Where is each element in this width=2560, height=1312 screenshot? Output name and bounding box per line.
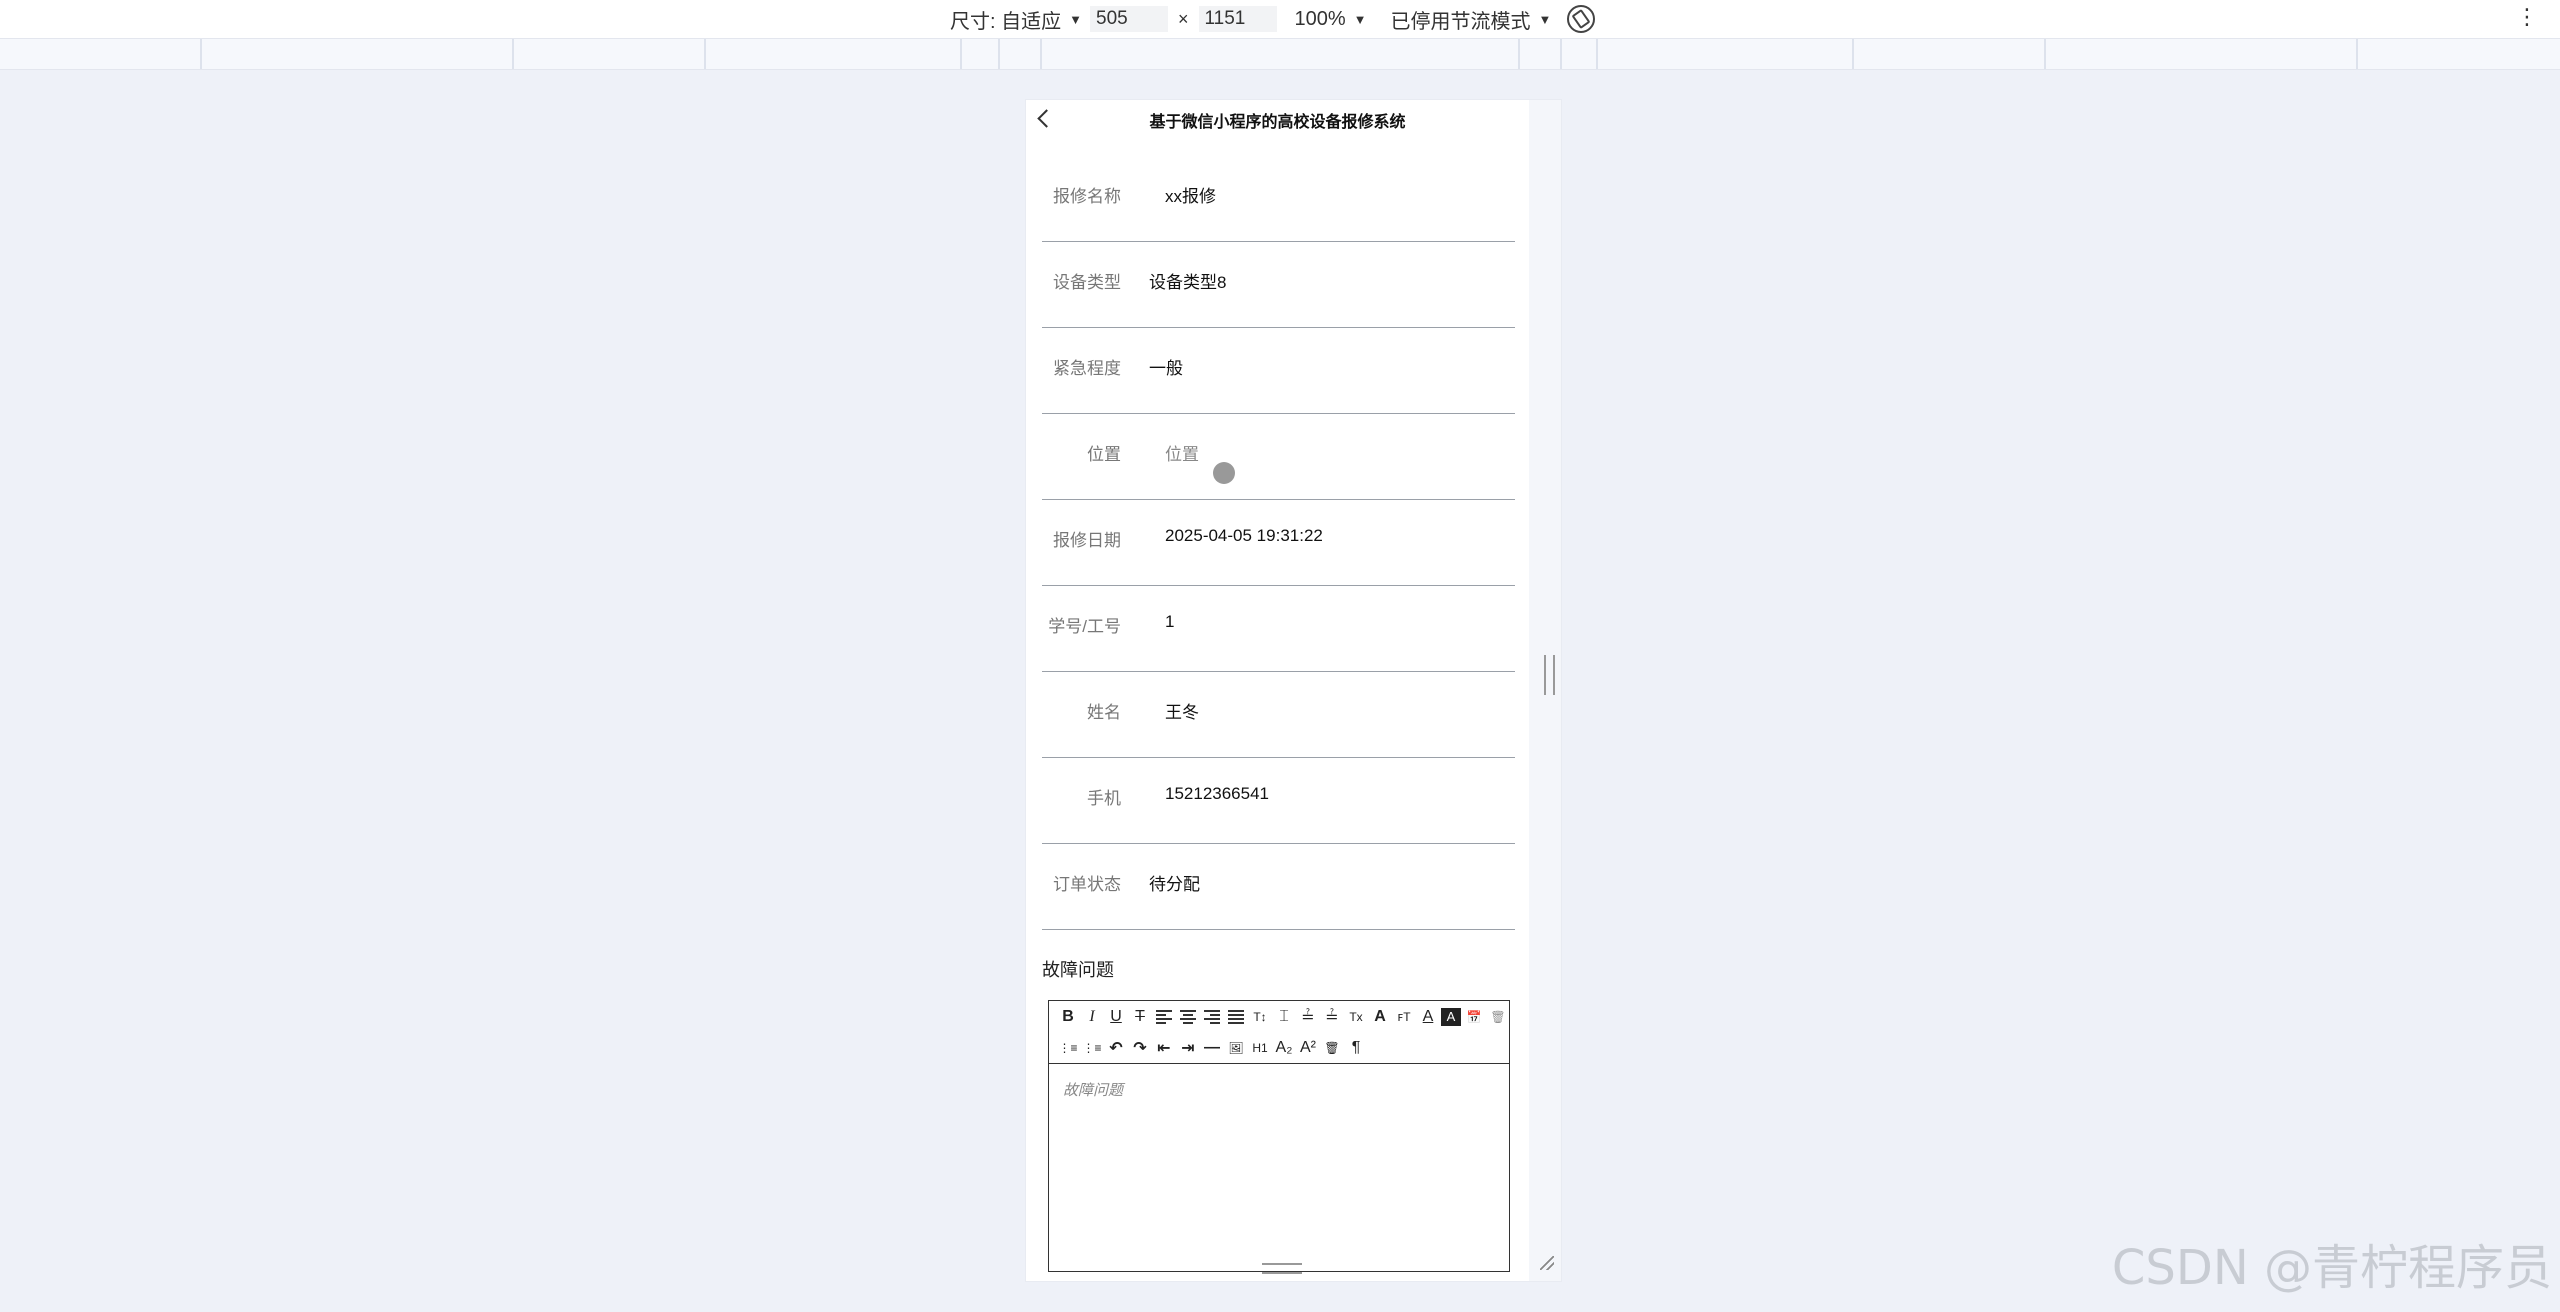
field-label: 学号/工号	[1048, 617, 1121, 636]
align-center-icon[interactable]	[1177, 1006, 1199, 1028]
bullet-list-icon[interactable]: ⋮≡	[1081, 1037, 1103, 1059]
calendar-icon[interactable]: 📅	[1463, 1006, 1485, 1028]
form-row-repair-name: 报修名称 xx报修	[1042, 156, 1515, 242]
trash-icon[interactable]: 🗑	[1487, 1006, 1509, 1028]
heading-button[interactable]: H1	[1249, 1037, 1271, 1059]
form-row-name: 姓名 王冬	[1042, 672, 1515, 758]
name-field[interactable]: 王冬	[1165, 698, 1199, 723]
zoom-select[interactable]: 100% ▼	[1295, 8, 1367, 31]
throttle-label: 已停用节流模式	[1390, 10, 1531, 33]
repair-name-field[interactable]: xx报修	[1165, 182, 1216, 207]
align-justify-icon[interactable]	[1225, 1006, 1247, 1028]
dimensions-label: 尺寸: 自适应	[950, 10, 1062, 33]
field-label: 姓名	[1087, 703, 1121, 722]
subscript-button[interactable]: A₂	[1273, 1037, 1295, 1059]
bold-button[interactable]: B	[1057, 1006, 1079, 1028]
horizontal-rule-icon[interactable]: —	[1201, 1037, 1223, 1059]
more-options-icon[interactable]: ⋮	[2516, 6, 2538, 28]
form-row-phone: 手机 15212366541	[1042, 758, 1515, 844]
font-family-button[interactable]: A	[1369, 1006, 1391, 1028]
underline-button[interactable]: U	[1105, 1006, 1127, 1028]
field-label: 紧急程度	[1053, 359, 1121, 378]
field-label: 报修名称	[1053, 187, 1121, 206]
device-type-picker[interactable]: 设备类型8	[1149, 268, 1226, 293]
margin-bottom-button[interactable]: ≟	[1321, 1006, 1343, 1028]
form-row-student-id: 学号/工号 1	[1042, 586, 1515, 672]
field-label: 手机	[1087, 789, 1121, 808]
align-left-icon[interactable]	[1153, 1006, 1175, 1028]
device-controls: 尺寸: 自适应 ▼ × 100% ▼ 已停用节流模式 ▼	[950, 0, 1596, 38]
bottom-resize-handle[interactable]	[1262, 1263, 1302, 1274]
editor-divider	[1049, 1063, 1509, 1064]
field-label: 订单状态	[1053, 875, 1121, 894]
indent-icon[interactable]: ⇥	[1177, 1037, 1199, 1059]
rotate-icon[interactable]	[1567, 5, 1596, 33]
width-input[interactable]	[1090, 6, 1168, 32]
align-right-icon[interactable]	[1201, 1006, 1223, 1028]
field-label: 报修日期	[1053, 531, 1121, 550]
phone-field[interactable]: 15212366541	[1165, 784, 1269, 804]
chevron-down-icon: ▼	[1538, 11, 1552, 27]
form-row-order-status: 订单状态 待分配	[1042, 844, 1515, 930]
height-input[interactable]	[1198, 6, 1277, 32]
field-label: 设备类型	[1053, 273, 1121, 292]
media-query-ruler	[0, 39, 2560, 70]
redo-icon[interactable]: ↷	[1129, 1037, 1151, 1059]
times-sign: ×	[1178, 8, 1189, 29]
page-title: 基于微信小程序的高校设备报修系统	[1149, 114, 1406, 131]
back-icon[interactable]	[1037, 109, 1056, 128]
field-label: 位置	[1087, 445, 1121, 464]
repair-detail-form: 报修名称 xx报修 设备类型 设备类型8 紧急程度 一般 位置 位置 报修日期 …	[1042, 156, 1515, 930]
ordered-list-icon[interactable]: ⋮≡	[1057, 1037, 1079, 1059]
letter-spacing-button[interactable]: ⌶	[1273, 1006, 1295, 1028]
urgency-picker[interactable]: 一般	[1149, 354, 1183, 379]
side-resize-handle[interactable]	[1544, 655, 1555, 695]
strikethrough-button[interactable]: T	[1129, 1006, 1151, 1028]
issue-editor-area[interactable]: 故障问题	[1063, 1079, 1123, 1100]
margin-top-button[interactable]: ≟	[1297, 1006, 1319, 1028]
font-color-button[interactable]: A	[1417, 1006, 1439, 1028]
devtools-device-toolbar: 尺寸: 自适应 ▼ × 100% ▼ 已停用节流模式 ▼ ⋮	[0, 0, 2560, 39]
undo-icon[interactable]: ↶	[1105, 1037, 1127, 1059]
editor-toolbar-row-1: B I U T T↕ ⌶ ≟ ≟ Tx A ꜰT A A 📅 🗑	[1049, 1001, 1509, 1032]
nav-bar: 基于微信小程序的高校设备报修系统	[1026, 100, 1529, 140]
touch-cursor	[1213, 462, 1235, 484]
editor-toolbar-row-2: ⋮≡ ⋮≡ ↶ ↷ ⇤ ⇥ — 🖼 H1 A₂ A² 🗑 ¶	[1049, 1032, 1509, 1063]
form-row-urgency: 紧急程度 一般	[1042, 328, 1515, 414]
corner-resize-handle[interactable]	[1540, 1256, 1554, 1270]
font-size-button[interactable]: ꜰT	[1393, 1006, 1415, 1028]
issue-label: 故障问题	[1042, 960, 1114, 980]
background-color-button[interactable]: A	[1441, 1007, 1461, 1026]
clear-format-button[interactable]: Tx	[1345, 1006, 1367, 1028]
image-icon[interactable]: 🖼	[1225, 1037, 1247, 1059]
chevron-down-icon: ▼	[1069, 11, 1082, 27]
paragraph-icon[interactable]: ¶	[1345, 1037, 1367, 1059]
order-status-picker[interactable]: 待分配	[1149, 870, 1200, 895]
zoom-label: 100%	[1294, 7, 1346, 30]
superscript-button[interactable]: A²	[1297, 1037, 1319, 1059]
form-row-repair-date: 报修日期 2025-04-05 19:31:22	[1042, 500, 1515, 586]
italic-button[interactable]: I	[1081, 1006, 1103, 1028]
line-height-button[interactable]: T↕	[1249, 1006, 1271, 1028]
location-field[interactable]: 位置	[1165, 440, 1199, 465]
delete-icon[interactable]: 🗑	[1321, 1037, 1343, 1059]
watermark: CSDN @青柠程序员	[2111, 1240, 2552, 1296]
rich-text-editor: B I U T T↕ ⌶ ≟ ≟ Tx A ꜰT A A 📅 🗑 ⋮≡ ⋮≡ ↶…	[1048, 1000, 1510, 1272]
form-row-device-type: 设备类型 设备类型8	[1042, 242, 1515, 328]
student-id-field[interactable]: 1	[1165, 612, 1174, 632]
dimensions-select[interactable]: 尺寸: 自适应 ▼	[950, 5, 1082, 34]
form-row-location: 位置 位置	[1042, 414, 1515, 500]
chevron-down-icon: ▼	[1353, 11, 1367, 27]
device-viewport: 基于微信小程序的高校设备报修系统 报修名称 xx报修 设备类型 设备类型8 紧急…	[1026, 100, 1561, 1281]
throttle-select[interactable]: 已停用节流模式 ▼	[1391, 5, 1552, 34]
outdent-icon[interactable]: ⇤	[1153, 1037, 1175, 1059]
repair-date-field[interactable]: 2025-04-05 19:31:22	[1165, 526, 1323, 546]
